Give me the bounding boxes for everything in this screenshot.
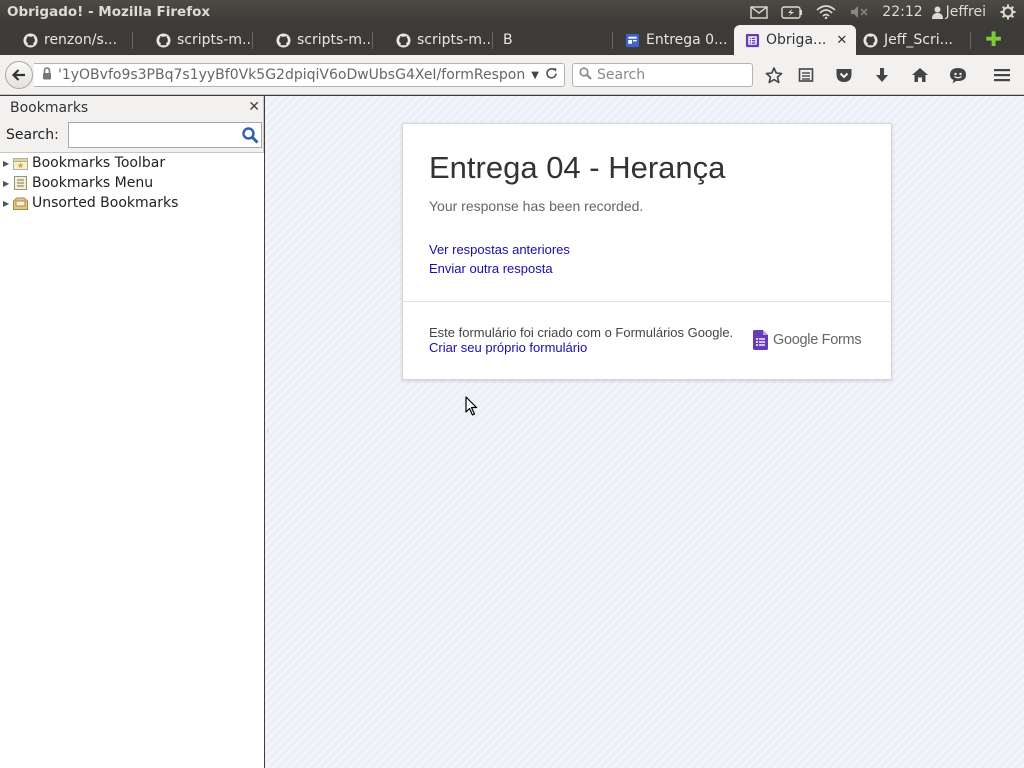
form-title: Entrega 04 - Herança — [429, 150, 726, 185]
tab-entrega[interactable]: Entrega 0... — [613, 25, 734, 55]
google-forms-icon — [744, 32, 760, 48]
tree-item-label: Unsorted Bookmarks — [32, 195, 179, 211]
tree-item-label: Bookmarks Menu — [32, 175, 154, 191]
bookmarks-tree: ▶ Bookmarks Toolbar ▶ Bookmarks Menu ▶ U… — [0, 152, 264, 768]
github-icon — [862, 32, 878, 48]
sidebar-search-input[interactable] — [67, 122, 262, 148]
bookmark-folder-toolbar[interactable]: ▶ Bookmarks Toolbar — [0, 153, 264, 173]
reload-icon[interactable] — [545, 67, 558, 84]
bookmarks-menu-icon[interactable] — [795, 65, 817, 85]
github-icon — [395, 32, 411, 48]
tab-label: Jeff_Scri... — [884, 32, 953, 48]
tab-label: scripts-m... — [177, 32, 253, 48]
tab-jeff-scripts[interactable]: Jeff_Scri... — [856, 25, 971, 55]
system-indicators: 22:12 Jeffrei — [750, 0, 1024, 24]
page-content: Entrega 04 - Herança Your response has b… — [265, 96, 1024, 768]
search-placeholder: Search — [597, 67, 646, 83]
user-menu[interactable]: Jeffrei — [931, 4, 986, 20]
tab-label: Obriga... — [766, 32, 827, 48]
sidebar-title: Bookmarks — [10, 100, 89, 116]
tree-item-label: Bookmarks Toolbar — [32, 155, 166, 171]
power-gear-icon[interactable] — [1000, 4, 1016, 20]
lock-icon[interactable] — [42, 66, 52, 84]
github-icon — [22, 32, 38, 48]
search-icon[interactable] — [241, 126, 259, 148]
battery-icon[interactable] — [781, 5, 803, 19]
home-icon[interactable] — [909, 65, 931, 85]
tab-scripts-1[interactable]: scripts-m... — [133, 25, 253, 55]
close-tab-icon[interactable]: ✕ — [836, 33, 847, 48]
mouse-cursor-icon — [465, 396, 478, 416]
google-forms-logo[interactable]: Google Forms — [753, 330, 862, 350]
bookmark-folder-unsorted[interactable]: ▶ Unsorted Bookmarks — [0, 193, 264, 213]
window-title: Obrigado! - Mozilla Firefox — [7, 4, 211, 20]
github-icon — [155, 32, 171, 48]
tab-strip: renzon/s... scripts-m... scripts-m... sc… — [0, 24, 1024, 55]
new-tab-plus-icon[interactable]: ✚ — [985, 29, 1002, 49]
sidebar-search-row: Search: — [0, 120, 263, 150]
url-text[interactable]: '1yOBvfo9s3PBq7s1yyBf0Vk5G2dpiqiV6oDwUbs… — [58, 67, 525, 83]
window-title-bar: Obrigado! - Mozilla Firefox 22:12 Jeffre… — [0, 0, 1024, 24]
google-sites-icon — [624, 32, 640, 48]
tab-renzon[interactable]: renzon/s... — [0, 25, 133, 55]
close-sidebar-icon[interactable]: ✕ — [248, 99, 260, 115]
bookmarks-toolbar-icon — [12, 156, 28, 170]
web-search-input[interactable]: Search — [572, 63, 753, 87]
expand-triangle-icon[interactable]: ▶ — [3, 179, 12, 188]
tab-scripts-3[interactable]: scripts-m... — [373, 25, 493, 55]
sidebar-search-label: Search: — [6, 127, 59, 143]
hello-chat-icon[interactable] — [947, 65, 969, 85]
mail-icon[interactable] — [750, 5, 768, 19]
response-recorded-message: Your response has been recorded. — [429, 198, 644, 214]
tab-label: scripts-m... — [417, 32, 493, 48]
volume-muted-icon[interactable] — [849, 5, 869, 19]
bookmarks-sidebar: Bookmarks ✕ Search: ▶ Bookmarks Toolbar … — [0, 96, 264, 768]
bookmark-star-icon[interactable] — [763, 65, 785, 85]
wifi-icon[interactable] — [816, 5, 836, 19]
submit-another-response-link[interactable]: Enviar outra resposta — [429, 261, 553, 276]
clock[interactable]: 22:12 — [882, 4, 922, 20]
unsorted-bookmarks-icon — [12, 196, 28, 210]
url-bar[interactable]: '1yOBvfo9s3PBq7s1yyBf0Vk5G2dpiqiV6oDwUbs… — [34, 63, 565, 87]
url-history-dropdown-icon[interactable]: ▼ — [531, 70, 539, 81]
bookmark-folder-menu[interactable]: ▶ Bookmarks Menu — [0, 173, 264, 193]
github-icon — [275, 32, 291, 48]
tab-obrigado-active[interactable]: Obriga... ✕ — [734, 25, 856, 55]
downloads-icon[interactable] — [871, 65, 893, 85]
tab-b[interactable]: B — [493, 25, 613, 55]
user-name: Jeffrei — [945, 4, 986, 20]
tab-label: Entrega 0... — [646, 32, 728, 48]
tab-label: B — [503, 32, 513, 48]
form-confirmation-card: Entrega 04 - Herança Your response has b… — [402, 123, 892, 380]
google-forms-icon — [753, 330, 768, 350]
hamburger-menu-icon[interactable] — [991, 65, 1013, 85]
footer-created-with-text: Este formulário foi criado com o Formulá… — [429, 325, 734, 340]
pocket-icon[interactable] — [833, 65, 855, 85]
create-own-form-link[interactable]: Criar seu próprio formulário — [429, 340, 587, 355]
bookmarks-menu-folder-icon — [12, 176, 28, 190]
sidebar-splitter-grip[interactable]: ⋮ — [265, 428, 271, 435]
tab-label: scripts-m... — [297, 32, 373, 48]
view-previous-responses-link[interactable]: Ver respostas anteriores — [429, 242, 570, 257]
tab-scripts-2[interactable]: scripts-m... — [253, 25, 373, 55]
card-divider — [403, 301, 891, 302]
user-icon — [931, 6, 943, 19]
expand-triangle-icon[interactable]: ▶ — [3, 159, 12, 168]
sidebar-header: Bookmarks ✕ — [0, 96, 263, 120]
back-arrow-icon — [12, 69, 25, 81]
back-button[interactable] — [5, 61, 33, 89]
google-forms-wordmark: Google Forms — [773, 332, 862, 348]
expand-triangle-icon[interactable]: ▶ — [3, 199, 12, 208]
tab-label: renzon/s... — [44, 32, 118, 48]
search-icon — [579, 66, 592, 84]
